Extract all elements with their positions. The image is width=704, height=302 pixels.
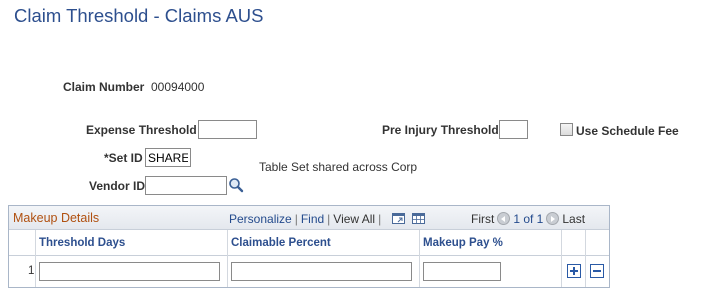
grid-header: Makeup Details Personalize | Find | View All…	[9, 206, 609, 230]
set-id-description: Table Set shared across Corp	[259, 160, 418, 174]
toolbar-separator: |	[327, 212, 331, 226]
use-schedule-fee-checkbox[interactable]	[560, 123, 573, 136]
personalize-link[interactable]: Personalize	[229, 212, 292, 226]
row-number: 1	[28, 265, 35, 277]
page-title: Claim Threshold - Claims AUS	[14, 5, 264, 26]
set-id-input[interactable]	[145, 148, 191, 167]
view-all-link[interactable]: View All	[333, 212, 375, 226]
column-header-threshold-days[interactable]: Threshold Days	[39, 237, 125, 249]
claimable-percent-input[interactable]	[231, 262, 412, 281]
table-row: 1	[9, 256, 609, 287]
claim-number-label: Claim Number	[63, 80, 145, 94]
pre-injury-threshold-input[interactable]	[499, 120, 528, 139]
grid-column-headers: Threshold Days Claimable Percent Makeup …	[9, 230, 609, 256]
row-count: 1 of 1	[513, 212, 544, 226]
use-schedule-fee-label: Use Schedule Fee	[576, 124, 679, 138]
toolbar-separator: |	[294, 212, 298, 226]
threshold-days-input[interactable]	[39, 262, 220, 281]
toolbar-separator: |	[378, 212, 382, 226]
find-link[interactable]: Find	[301, 212, 324, 226]
column-header-claimable-percent[interactable]: Claimable Percent	[231, 237, 331, 249]
claim-number-value: 00094000	[151, 80, 205, 94]
pre-injury-threshold-label: Pre Injury Threshold	[382, 123, 499, 137]
vendor-id-label: Vendor ID	[89, 179, 146, 193]
download-spreadsheet-icon[interactable]	[411, 213, 425, 224]
grid-navigation: First 1 of 1 Last	[471, 212, 585, 226]
plus-icon[interactable]	[567, 264, 581, 278]
previous-arrow-icon[interactable]	[497, 212, 511, 225]
magnifier-icon[interactable]	[228, 177, 244, 193]
last-label: Last	[562, 212, 586, 226]
next-arrow-icon[interactable]	[546, 212, 560, 225]
zoom-grid-icon[interactable]	[391, 213, 405, 224]
makeup-details-grid: Makeup Details Personalize | Find | View All…	[8, 205, 610, 288]
grid-toolbar: Personalize | Find | View All |	[229, 212, 425, 226]
minus-icon[interactable]	[590, 264, 604, 278]
expense-threshold-label: Expense Threshold	[86, 123, 197, 137]
set-id-label: *Set ID	[104, 151, 143, 165]
expense-threshold-input[interactable]	[198, 120, 257, 139]
grid-title: Makeup Details	[13, 211, 100, 225]
makeup-pay-input[interactable]	[423, 262, 501, 281]
vendor-id-input[interactable]	[145, 176, 227, 195]
first-label: First	[471, 212, 495, 226]
column-header-makeup-pay[interactable]: Makeup Pay %	[423, 237, 503, 249]
